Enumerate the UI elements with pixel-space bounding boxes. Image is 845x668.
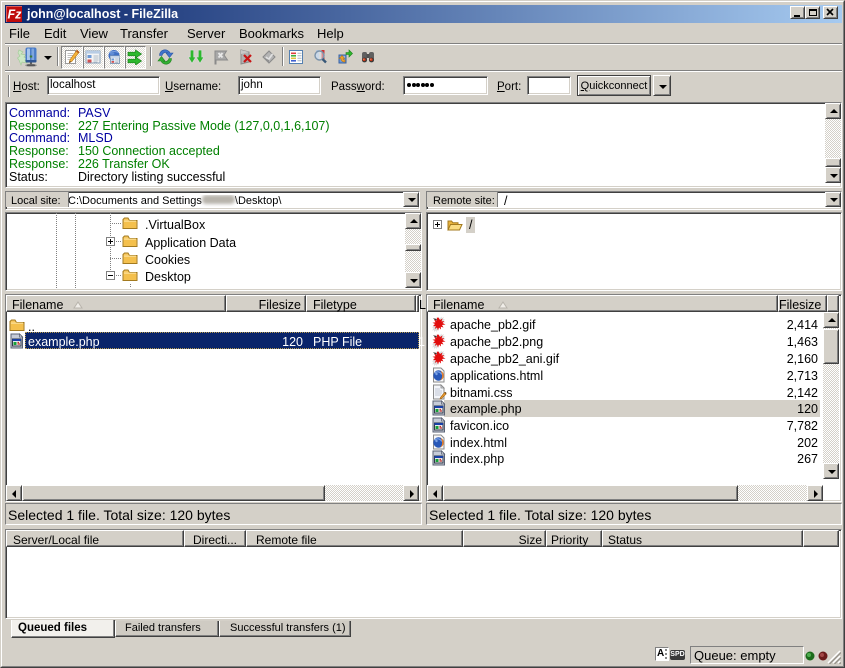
svg-text:Fz: Fz [8, 8, 23, 22]
